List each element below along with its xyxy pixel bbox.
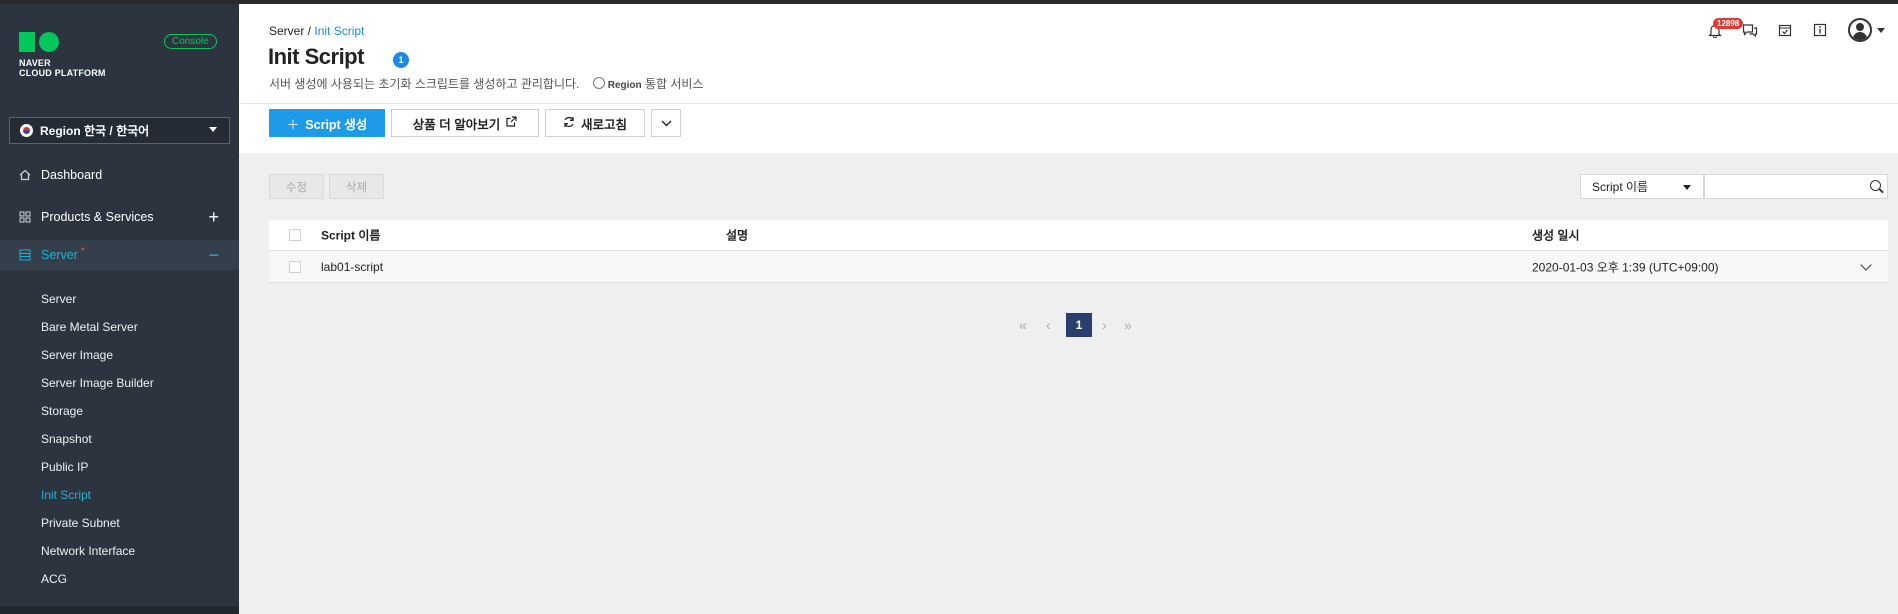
refresh-button[interactable]: 새로고침	[545, 109, 645, 137]
ncp-logo[interactable]: NAVER CLOUD PLATFORM	[19, 32, 106, 78]
page-title: Init Script	[268, 44, 364, 69]
sidebar-subitem-public-ip[interactable]: Public IP	[41, 460, 88, 474]
table-row[interactable]: lab01-script 2020-01-03 오후 1:39 (UTC+09:…	[269, 251, 1888, 283]
column-header-created[interactable]: 생성 일시	[1532, 227, 1580, 244]
collapse-minus-icon[interactable]: −	[208, 245, 219, 266]
column-header-name[interactable]: Script 이름	[321, 227, 380, 244]
logo-mark-icon	[19, 32, 106, 52]
sidebar-subitem-private-subnet[interactable]: Private Subnet	[41, 516, 120, 530]
server-icon	[19, 249, 31, 261]
sidebar-subitem-server-image[interactable]: Server Image	[41, 348, 113, 362]
sidebar-subitem-bare-metal-server[interactable]: Bare Metal Server	[41, 320, 138, 334]
user-avatar-icon[interactable]	[1848, 18, 1872, 42]
logo-line-2: CLOUD PLATFORM	[19, 68, 106, 78]
row-expand-chevron-icon[interactable]	[1860, 259, 1872, 271]
description-text: 서버 생성에 사용되는 초기화 스크립트를 생성하고 관리합니다.	[269, 77, 580, 91]
search-icon[interactable]	[1870, 180, 1881, 191]
table-header-row: Script 이름 설명 생성 일시	[269, 220, 1888, 251]
sidebar-item-dashboard[interactable]: Dashboard	[0, 160, 239, 190]
next-page-icon[interactable]: ›	[1102, 313, 1107, 337]
sidebar-subitem-snapshot[interactable]: Snapshot	[41, 432, 92, 446]
column-header-description[interactable]: 설명	[726, 227, 748, 244]
sidebar-footer-bar	[0, 606, 239, 614]
create-script-button[interactable]: ＋ Script 생성	[269, 109, 385, 137]
search-field-selected: Script 이름	[1592, 180, 1649, 194]
sidebar-subitem-storage[interactable]: Storage	[41, 404, 83, 418]
breadcrumb-current[interactable]: Init Script	[314, 24, 364, 38]
learn-more-button[interactable]: 상품 더 알아보기	[391, 109, 539, 137]
edit-button[interactable]: 수정	[269, 174, 324, 199]
refresh-label: 새로고침	[580, 117, 627, 132]
console-badge[interactable]: Console	[164, 34, 217, 49]
region-word: Region	[607, 80, 642, 91]
logo-line-1: NAVER	[19, 58, 51, 68]
region-selector[interactable]: Region 한국 / 한국어	[9, 117, 230, 144]
calendar-check-icon[interactable]	[1776, 21, 1794, 39]
region-note-text: 통합 서비스	[644, 77, 704, 91]
chevron-down-icon	[661, 116, 672, 130]
script-table: Script 이름 설명 생성 일시 lab01-script 2020-01-…	[269, 220, 1888, 283]
sidebar-item-label: Server	[41, 248, 78, 262]
sidebar: NAVER CLOUD PLATFORM Console Region 한국 /…	[0, 4, 239, 614]
grid-icon	[19, 211, 31, 223]
last-page-icon[interactable]: »	[1124, 313, 1132, 337]
page-button-current[interactable]: 1	[1066, 313, 1092, 337]
korea-flag-icon	[20, 124, 33, 137]
sidebar-item-products-services[interactable]: Products & Services +	[0, 202, 239, 232]
caret-down-icon	[1683, 185, 1691, 190]
sidebar-subitem-server-image-builder[interactable]: Server Image Builder	[41, 376, 154, 390]
delete-button[interactable]: 삭제	[329, 174, 384, 199]
row-created-date: 2020-01-03 오후 1:39 (UTC+09:00)	[1532, 260, 1719, 274]
first-page-icon[interactable]: «	[1019, 313, 1027, 337]
prev-page-icon[interactable]: ‹	[1046, 313, 1051, 337]
breadcrumb-root[interactable]: Server /	[269, 24, 311, 38]
item-count-badge: 1	[393, 52, 409, 68]
row-script-name: lab01-script	[321, 259, 384, 274]
globe-icon	[592, 77, 605, 89]
sidebar-subitem-network-interface[interactable]: Network Interface	[41, 544, 135, 558]
header-divider	[239, 103, 1898, 104]
sidebar-item-label: Dashboard	[41, 168, 103, 182]
row-checkbox[interactable]	[289, 260, 301, 273]
caret-down-icon	[209, 127, 217, 132]
search-field-select[interactable]: Script 이름	[1580, 174, 1704, 199]
region-selector-label: Region 한국 / 한국어	[40, 124, 150, 138]
home-icon	[19, 169, 31, 181]
learn-more-label: 상품 더 알아보기	[412, 117, 501, 132]
select-all-checkbox[interactable]	[289, 229, 301, 241]
create-script-label: Script 생성	[305, 117, 368, 132]
chat-icon[interactable]	[1741, 21, 1759, 39]
expand-plus-icon[interactable]: +	[208, 207, 219, 228]
sidebar-item-server[interactable]: Server * −	[0, 240, 239, 270]
breadcrumb: Server / Init Script	[269, 24, 364, 38]
new-badge: *	[80, 245, 85, 257]
sidebar-subitem-server[interactable]: Server	[41, 292, 76, 306]
sidebar-item-label: Products & Services	[41, 210, 154, 224]
region-note: Region 통합 서비스	[592, 77, 704, 91]
page-description: 서버 생성에 사용되는 초기화 스크립트를 생성하고 관리합니다. Region…	[269, 75, 704, 92]
plus-icon: ＋	[286, 117, 300, 132]
more-options-button[interactable]	[651, 109, 681, 137]
sidebar-subitem-acg[interactable]: ACG	[41, 572, 67, 586]
external-link-icon	[506, 116, 517, 130]
sidebar-subitem-init-script[interactable]: Init Script	[41, 488, 91, 502]
info-icon[interactable]	[1811, 21, 1829, 39]
refresh-icon	[563, 116, 575, 131]
avatar-caret-down-icon[interactable]	[1877, 28, 1885, 33]
notification-count-badge: 12898	[1713, 18, 1744, 29]
search-input[interactable]	[1704, 174, 1888, 199]
